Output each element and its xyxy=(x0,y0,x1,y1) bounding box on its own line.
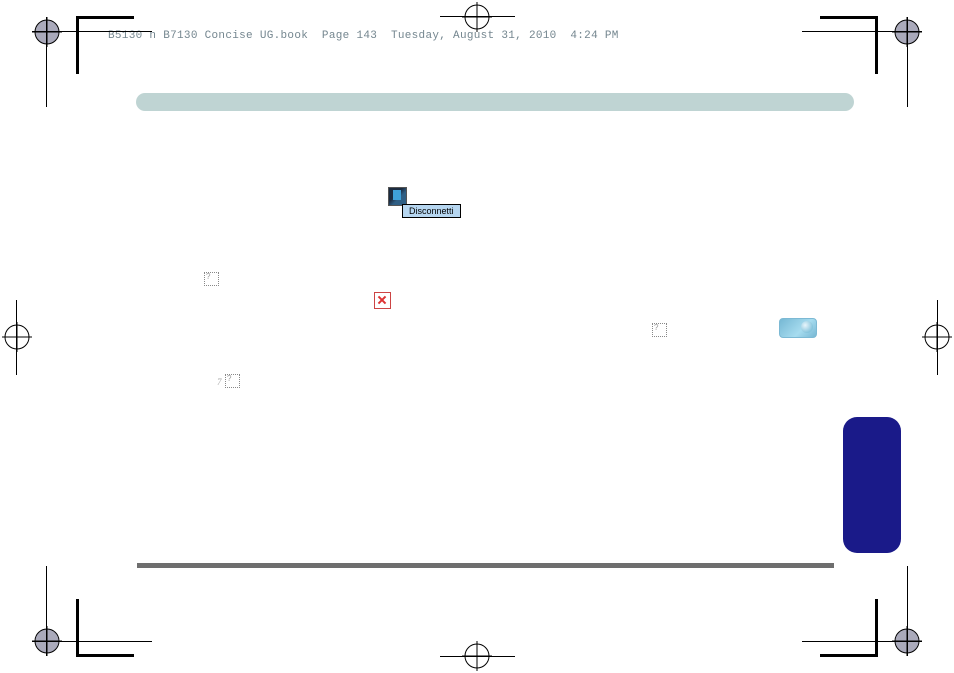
bottom-rule xyxy=(137,563,834,568)
taskbar-icon-group: Disconnetti xyxy=(388,187,407,206)
thumb-caption: 7 xyxy=(217,377,222,387)
broken-image-icon xyxy=(374,292,391,309)
corner-bracket-icon xyxy=(76,16,134,74)
missing-glyph-icon: ? xyxy=(225,374,240,388)
registration-mark-icon xyxy=(2,322,32,352)
crop-line xyxy=(937,300,938,375)
corner-bracket-icon xyxy=(76,599,134,657)
crop-line xyxy=(46,17,47,107)
side-tab xyxy=(843,417,901,553)
crop-line xyxy=(16,300,17,375)
corner-bracket-icon xyxy=(820,16,878,74)
crop-line xyxy=(907,17,908,107)
crop-line xyxy=(907,566,908,656)
book-header-line: B5130 n B7130 Concise UG.book Page 143 T… xyxy=(108,30,619,42)
crop-line xyxy=(440,656,515,657)
missing-glyph-icon: ? xyxy=(204,272,219,286)
registration-mark-icon xyxy=(462,2,492,32)
device-icon xyxy=(779,318,817,338)
missing-glyph-icon: ? xyxy=(652,323,667,337)
corner-bracket-icon xyxy=(820,599,878,657)
registration-mark-icon xyxy=(32,17,62,47)
crop-line xyxy=(440,16,515,17)
crop-line xyxy=(46,566,47,656)
section-header-bar xyxy=(136,93,854,111)
tooltip-label[interactable]: Disconnetti xyxy=(402,204,461,218)
